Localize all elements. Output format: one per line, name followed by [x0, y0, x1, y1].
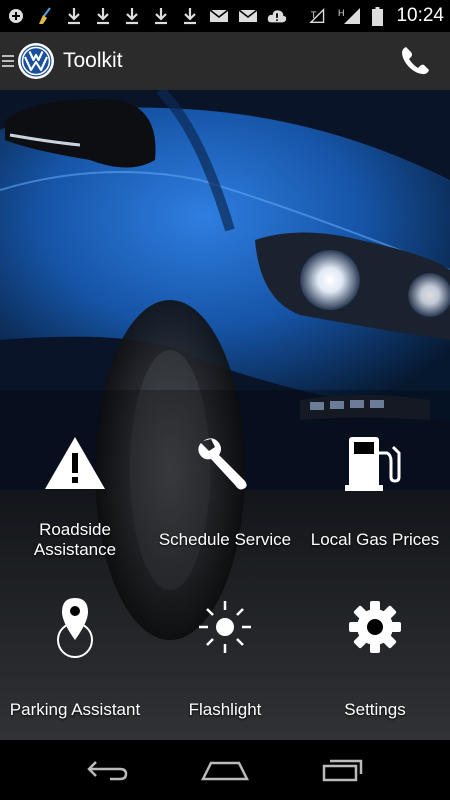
tile-label: Parking Assistant [9, 700, 141, 719]
warning-icon [40, 428, 110, 498]
hero-background: Roadside Assistance Schedule Service Loc… [0, 90, 450, 740]
battery-icon [371, 6, 383, 26]
home-icon [200, 761, 249, 781]
gas-pump-icon [340, 428, 410, 498]
tile-schedule-service[interactable]: Schedule Service [150, 428, 300, 550]
tile-label: Settings [344, 700, 406, 719]
status-bar: T H 10:24 [0, 0, 450, 32]
clock: 10:24 [396, 5, 444, 26]
tile-label: Flashlight [188, 700, 262, 719]
tile-label: Schedule Service [158, 530, 292, 549]
sun-icon [190, 592, 260, 662]
download-icon [64, 6, 84, 26]
broom-icon [35, 6, 55, 26]
back-icon [87, 761, 128, 781]
svg-text:T: T [311, 10, 317, 20]
mail-icon [238, 6, 258, 26]
mail-icon [209, 6, 229, 26]
call-button[interactable] [398, 44, 432, 78]
recents-button[interactable] [317, 750, 367, 790]
h-signal-icon: H [338, 6, 362, 26]
system-icons: T H 10:24 [309, 5, 444, 27]
location-pin-icon [40, 592, 110, 662]
tile-flashlight[interactable]: Flashlight [150, 592, 300, 720]
download-icon [93, 6, 113, 26]
vw-logo[interactable] [17, 42, 55, 80]
tile-roadside-assistance[interactable]: Roadside Assistance [0, 428, 150, 560]
drawer-menu-icon[interactable] [2, 53, 14, 69]
alert-icon [267, 6, 287, 26]
tile-local-gas-prices[interactable]: Local Gas Prices [300, 428, 450, 550]
tile-label: Roadside Assistance [33, 520, 117, 559]
download-icon [180, 6, 200, 26]
recents-icon [322, 759, 362, 782]
tile-label: Local Gas Prices [310, 530, 440, 549]
back-button[interactable] [83, 750, 133, 790]
signal-off-icon: T [309, 6, 329, 26]
add-icon [6, 6, 26, 26]
navigation-bar [0, 740, 450, 800]
phone-icon [402, 47, 429, 75]
tile-settings[interactable]: Settings [300, 592, 450, 720]
gear-icon [340, 592, 410, 662]
wrench-icon [190, 428, 260, 498]
notification-icons [6, 6, 287, 26]
home-button[interactable] [200, 750, 250, 790]
tile-parking-assistant[interactable]: Parking Assistant [0, 592, 150, 720]
action-bar: Toolkit [0, 32, 450, 90]
svg-text:H: H [338, 8, 345, 18]
download-icon [122, 6, 142, 26]
download-icon [151, 6, 171, 26]
app-title: Toolkit [63, 49, 123, 72]
